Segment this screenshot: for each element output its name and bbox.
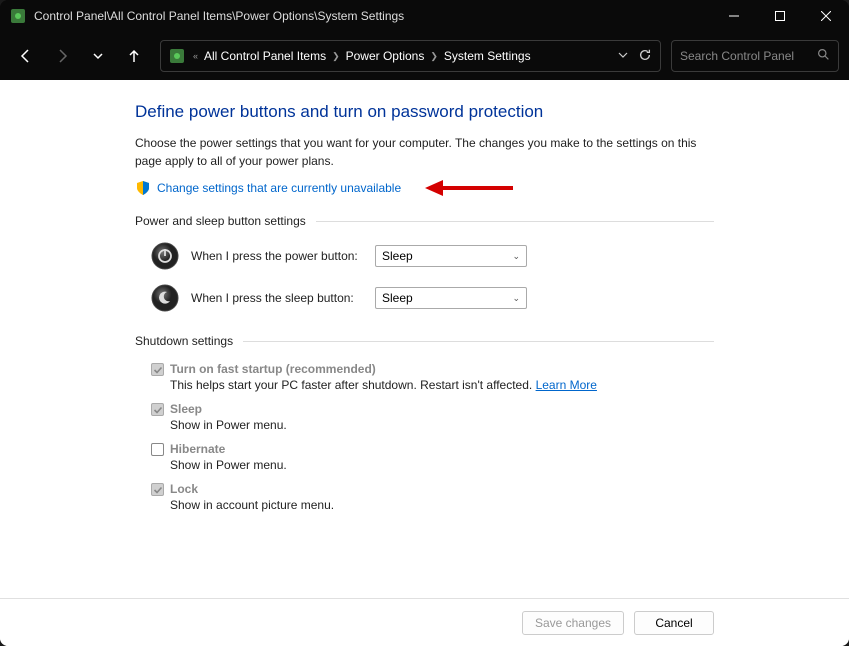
power-icon: [151, 242, 179, 270]
section-label-shutdown: Shutdown settings: [135, 334, 233, 348]
search-placeholder: Search Control Panel: [680, 49, 817, 63]
minimize-button[interactable]: [711, 0, 757, 32]
select-value: Sleep: [382, 291, 512, 305]
page-title: Define power buttons and turn on passwor…: [135, 102, 714, 122]
sleep-desc: Show in Power menu.: [170, 418, 714, 432]
select-value: Sleep: [382, 249, 512, 263]
learn-more-link[interactable]: Learn More: [536, 378, 597, 392]
power-button-select[interactable]: Sleep ⌄: [375, 245, 527, 267]
search-icon: [817, 48, 830, 64]
sleep-checkbox: [151, 403, 164, 416]
lock-checkbox: [151, 483, 164, 496]
fast-startup-desc: This helps start your PC faster after sh…: [170, 378, 714, 392]
divider: [316, 221, 714, 222]
back-button[interactable]: [10, 40, 42, 72]
forward-button[interactable]: [46, 40, 78, 72]
sleep-label: Sleep: [170, 402, 202, 416]
location-icon: [169, 48, 185, 64]
search-input[interactable]: Search Control Panel: [671, 40, 839, 72]
section-label-power: Power and sleep button settings: [135, 214, 306, 228]
sleep-button-label: When I press the sleep button:: [191, 291, 363, 305]
lock-label: Lock: [170, 482, 198, 496]
recent-locations-button[interactable]: [82, 40, 114, 72]
breadcrumb-prefix: «: [193, 51, 198, 61]
chevron-right-icon: ❯: [332, 51, 340, 62]
lock-desc: Show in account picture menu.: [170, 498, 714, 512]
maximize-button[interactable]: [757, 0, 803, 32]
window-title: Control Panel\All Control Panel Items\Po…: [34, 9, 711, 23]
divider: [243, 341, 714, 342]
chevron-down-icon: ⌄: [512, 293, 520, 304]
sleep-button-select[interactable]: Sleep ⌄: [375, 287, 527, 309]
chevron-down-icon: ⌄: [512, 251, 520, 262]
page-description: Choose the power settings that you want …: [135, 134, 714, 170]
save-button: Save changes: [522, 611, 624, 635]
hibernate-desc: Show in Power menu.: [170, 458, 714, 472]
refresh-button[interactable]: [638, 48, 652, 65]
change-settings-link[interactable]: Change settings that are currently unava…: [157, 181, 401, 195]
up-button[interactable]: [118, 40, 150, 72]
history-dropdown-icon[interactable]: [618, 49, 628, 63]
breadcrumb-item[interactable]: All Control Panel Items: [204, 49, 326, 63]
chevron-right-icon: ❯: [430, 51, 438, 62]
shield-icon: [135, 180, 151, 196]
breadcrumb-item[interactable]: System Settings: [444, 49, 531, 63]
fast-startup-checkbox: [151, 363, 164, 376]
sleep-icon: [151, 284, 179, 312]
app-icon: [10, 8, 26, 24]
breadcrumb-item[interactable]: Power Options: [346, 49, 425, 63]
cancel-button[interactable]: Cancel: [634, 611, 714, 635]
hibernate-checkbox: [151, 443, 164, 456]
fast-startup-label: Turn on fast startup (recommended): [170, 362, 376, 376]
power-button-label: When I press the power button:: [191, 249, 363, 263]
breadcrumb[interactable]: « All Control Panel Items ❯ Power Option…: [160, 40, 661, 72]
hibernate-label: Hibernate: [170, 442, 225, 456]
close-button[interactable]: [803, 0, 849, 32]
